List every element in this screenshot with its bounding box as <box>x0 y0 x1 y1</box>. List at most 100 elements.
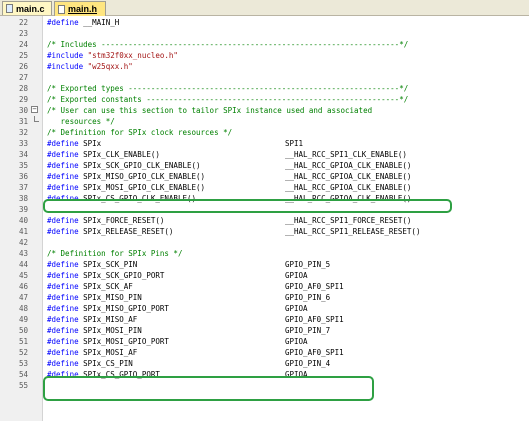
comment-text: resources */ <box>47 117 115 126</box>
code-line: 27 <box>0 72 529 83</box>
macro-value: GPIO_PIN_5 <box>285 260 331 269</box>
line-number: 50 <box>18 326 28 335</box>
macro-value: __HAL_RCC_GPIOA_CLK_ENABLE() <box>285 183 412 192</box>
line-number: 46 <box>18 282 28 291</box>
macro-name: SPIx_SCK_AF <box>78 282 133 291</box>
tab-main-c[interactable]: main.c <box>2 1 52 15</box>
line-number: 48 <box>18 304 28 313</box>
preprocessor-directive: #define <box>47 282 79 291</box>
macro-value: GPIO_AF0_SPI1 <box>285 282 344 291</box>
line-number: 36 <box>18 172 28 181</box>
preprocessor-directive: #define <box>47 326 79 335</box>
macro-value: GPIOA <box>285 337 308 346</box>
line-number: 34 <box>18 150 28 159</box>
macro-name: __MAIN_H <box>78 18 120 27</box>
line-number: 41 <box>18 227 28 236</box>
code-line: 31 resources */ <box>0 116 529 127</box>
macro-value: GPIO_PIN_7 <box>285 326 331 335</box>
macro-name: SPIx_SCK_GPIO_CLK_ENABLE() <box>78 161 201 170</box>
line-code: #define SPIx_MISO_GPIO_CLK_ENABLE() <box>47 171 205 182</box>
code-line: 28 /* Exported types --------------------… <box>0 83 529 94</box>
line-code: resources */ <box>47 116 115 127</box>
macro-value: __HAL_RCC_SPI1_CLK_ENABLE() <box>285 150 407 159</box>
macro-name: SPIx_FORCE_RESET() <box>78 216 165 225</box>
line-code: /* Definition for SPIx Pins */ <box>47 248 182 259</box>
comment-text: /* Includes ----------------------------… <box>47 40 409 49</box>
macro-name: SPIx_MISO_PIN <box>78 293 142 302</box>
preprocessor-directive: #include <box>47 51 84 60</box>
tab-main-h[interactable]: main.h <box>54 1 106 16</box>
comment-text: /* Exported types ----------------------… <box>47 84 409 93</box>
macro-value: GPIO_PIN_6 <box>285 293 331 302</box>
line-code: #define __MAIN_H <box>47 17 119 28</box>
macro-value: __HAL_RCC_GPIOA_CLK_ENABLE() <box>285 161 412 170</box>
macro-name: SPIx <box>78 139 102 148</box>
highlight-box-cs-clk <box>43 199 452 213</box>
line-number: 43 <box>18 249 28 258</box>
line-number: 47 <box>18 293 28 302</box>
code-line: 42 <box>0 237 529 248</box>
macro-name: SPIx_CLK_ENABLE() <box>78 150 160 159</box>
include-string: "stm32f0xx_nucleo.h" <box>83 51 178 60</box>
macro-name: SPIx_RELEASE_RESET() <box>78 227 174 236</box>
code-line: 32 /* Definition for SPIx clock resources… <box>0 127 529 138</box>
line-number: 26 <box>18 62 28 71</box>
preprocessor-directive: #define <box>47 304 79 313</box>
preprocessor-directive: #define <box>47 139 79 148</box>
line-code: #define SPIx_CS_PIN <box>47 358 133 369</box>
macro-name: SPIx_MOSI_GPIO_CLK_ENABLE() <box>78 183 206 192</box>
line-number: 54 <box>18 370 28 379</box>
code-line: 45 #define SPIx_SCK_GPIO_PORT GPIOA <box>0 270 529 281</box>
line-number: 51 <box>18 337 28 346</box>
tab-label: main.c <box>16 3 45 14</box>
code-line: 29 /* Exported constants ----------------… <box>0 94 529 105</box>
line-number: 24 <box>18 40 28 49</box>
line-code: #define SPIx_SCK_GPIO_PORT <box>47 270 164 281</box>
line-code: /* Exported types ----------------------… <box>47 83 408 94</box>
preprocessor-directive: #define <box>47 18 79 27</box>
fold-end-marker <box>34 116 39 122</box>
macro-value: __HAL_RCC_SPI1_RELEASE_RESET() <box>285 227 421 236</box>
line-number: 49 <box>18 315 28 324</box>
preprocessor-directive: #define <box>47 271 79 280</box>
line-number: 53 <box>18 359 28 368</box>
comment-text: /* Exported constants ------------------… <box>47 95 409 104</box>
comment-text: /* Definition for SPIx clock resources *… <box>47 128 233 137</box>
macro-name: SPIx_MOSI_AF <box>78 348 138 357</box>
preprocessor-directive: #define <box>47 161 79 170</box>
line-number: 27 <box>18 73 28 82</box>
line-number: 55 <box>18 381 28 390</box>
preprocessor-directive: #define <box>47 293 79 302</box>
code-line: 25 #include "stm32f0xx_nucleo.h" <box>0 50 529 61</box>
preprocessor-directive: #define <box>47 172 79 181</box>
line-code: /* Exported constants ------------------… <box>47 94 408 105</box>
macro-name: SPIx_MOSI_PIN <box>78 326 142 335</box>
macro-value: GPIOA <box>285 271 308 280</box>
code-line: 26 #include "w25qxx.h" <box>0 61 529 72</box>
comment-text: /* Definition for SPIx Pins */ <box>47 249 183 258</box>
line-code: #define SPIx_FORCE_RESET() <box>47 215 164 226</box>
line-code: #define SPIx_SCK_GPIO_CLK_ENABLE() <box>47 160 201 171</box>
line-number: 22 <box>18 18 28 27</box>
line-code: /* Includes ----------------------------… <box>47 39 408 50</box>
macro-name: SPIx_SCK_PIN <box>78 260 138 269</box>
line-code: #define SPIx_MOSI_AF <box>47 347 137 358</box>
code-editor[interactable]: 22 #define __MAIN_H 23 24 /* Includes ------… <box>0 16 529 421</box>
code-line: 47 #define SPIx_MISO_PIN GPIO_PIN_6 <box>0 292 529 303</box>
fold-collapse-icon[interactable]: − <box>31 106 38 113</box>
c-file-icon <box>6 4 13 13</box>
line-number: 30 <box>18 106 28 115</box>
macro-name: SPIx_CS_PIN <box>78 359 133 368</box>
code-line: 36 #define SPIx_MISO_GPIO_CLK_ENABLE() __H… <box>0 171 529 182</box>
line-number: 37 <box>18 183 28 192</box>
macro-name: SPIx_MISO_AF <box>78 315 138 324</box>
line-code: #define SPIx_CLK_ENABLE() <box>47 149 160 160</box>
macro-name: SPIx_MISO_GPIO_CLK_ENABLE() <box>78 172 206 181</box>
line-number: 39 <box>18 205 28 214</box>
code-line: 41 #define SPIx_RELEASE_RESET() __HAL_RCC_… <box>0 226 529 237</box>
code-line: 44 #define SPIx_SCK_PIN GPIO_PIN_5 <box>0 259 529 270</box>
line-number: 40 <box>18 216 28 225</box>
line-number: 25 <box>18 51 28 60</box>
line-code: #include "w25qxx.h" <box>47 61 133 72</box>
macro-name: SPIx_MISO_GPIO_PORT <box>78 304 169 313</box>
